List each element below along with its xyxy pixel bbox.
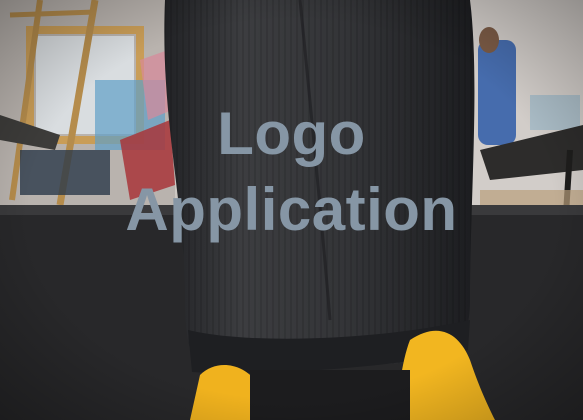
background-photo [0,0,583,420]
photo-frame: Logo Application [0,0,583,420]
vignette [0,0,583,420]
